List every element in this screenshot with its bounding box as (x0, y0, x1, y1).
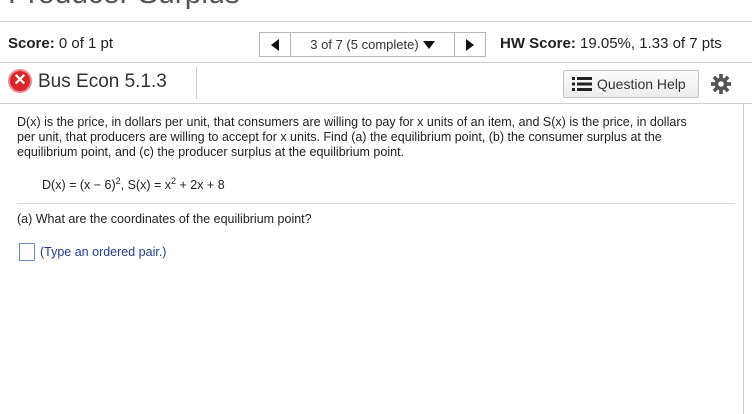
score-value: 0 of 1 pt (58, 35, 114, 52)
question-position: 3 of 7 (5 complete) (310, 37, 419, 52)
hw-score-value: 19.05%, 1.33 of 7 pts (580, 35, 722, 52)
question-title: Bus Econ 5.1.3 (38, 71, 167, 92)
hw-score-label: HW Score: (500, 35, 576, 52)
score-label: Score: (8, 35, 55, 52)
triangle-down-icon (422, 40, 435, 49)
score: Score: 0 of 1 pt (8, 35, 113, 52)
formula-d: D(x) = (x − 6) (42, 178, 116, 192)
triangle-left-icon (271, 38, 279, 51)
formula-s-rest: + 2x + 8 (176, 178, 225, 192)
question-help-label: Question Help (597, 76, 686, 92)
problem-statement: D(x) is the price, in dollars per unit, … (17, 115, 687, 159)
previous-question-button[interactable] (259, 32, 291, 57)
page-title: Producer Surplus (8, 0, 240, 9)
divider (743, 103, 744, 414)
hw-score: HW Score: 19.05%, 1.33 of 7 pts (500, 35, 722, 52)
gear-icon[interactable] (710, 73, 732, 95)
next-question-button[interactable] (454, 32, 486, 57)
question-select-dropdown[interactable]: 3 of 7 (5 complete) (291, 32, 454, 57)
formula-s-exponent: 2 (171, 176, 177, 186)
question-header: ✕ Bus Econ 5.1.3 Question Help (0, 63, 752, 102)
answer-hint: (Type an ordered pair.) (40, 245, 167, 259)
list-icon (572, 77, 592, 91)
question-navigator: 3 of 7 (5 complete) (259, 32, 486, 57)
formula-separator: , S(x) = x (120, 178, 171, 192)
divider (196, 67, 197, 99)
part-a-question: (a) What are the coordinates of the equi… (17, 212, 312, 226)
formula: D(x) = (x − 6)2, S(x) = x2 + 2x + 8 (42, 176, 225, 192)
answer-input[interactable] (19, 243, 35, 261)
incorrect-x-icon: ✕ (8, 69, 32, 93)
divider (17, 203, 735, 204)
formula-d-exponent: 2 (115, 176, 121, 186)
score-bar: Score: 0 of 1 pt 3 of 7 (5 complete) HW … (0, 22, 752, 62)
question-help-button[interactable]: Question Help (563, 70, 699, 98)
triangle-right-icon (466, 38, 474, 51)
divider (0, 103, 752, 104)
